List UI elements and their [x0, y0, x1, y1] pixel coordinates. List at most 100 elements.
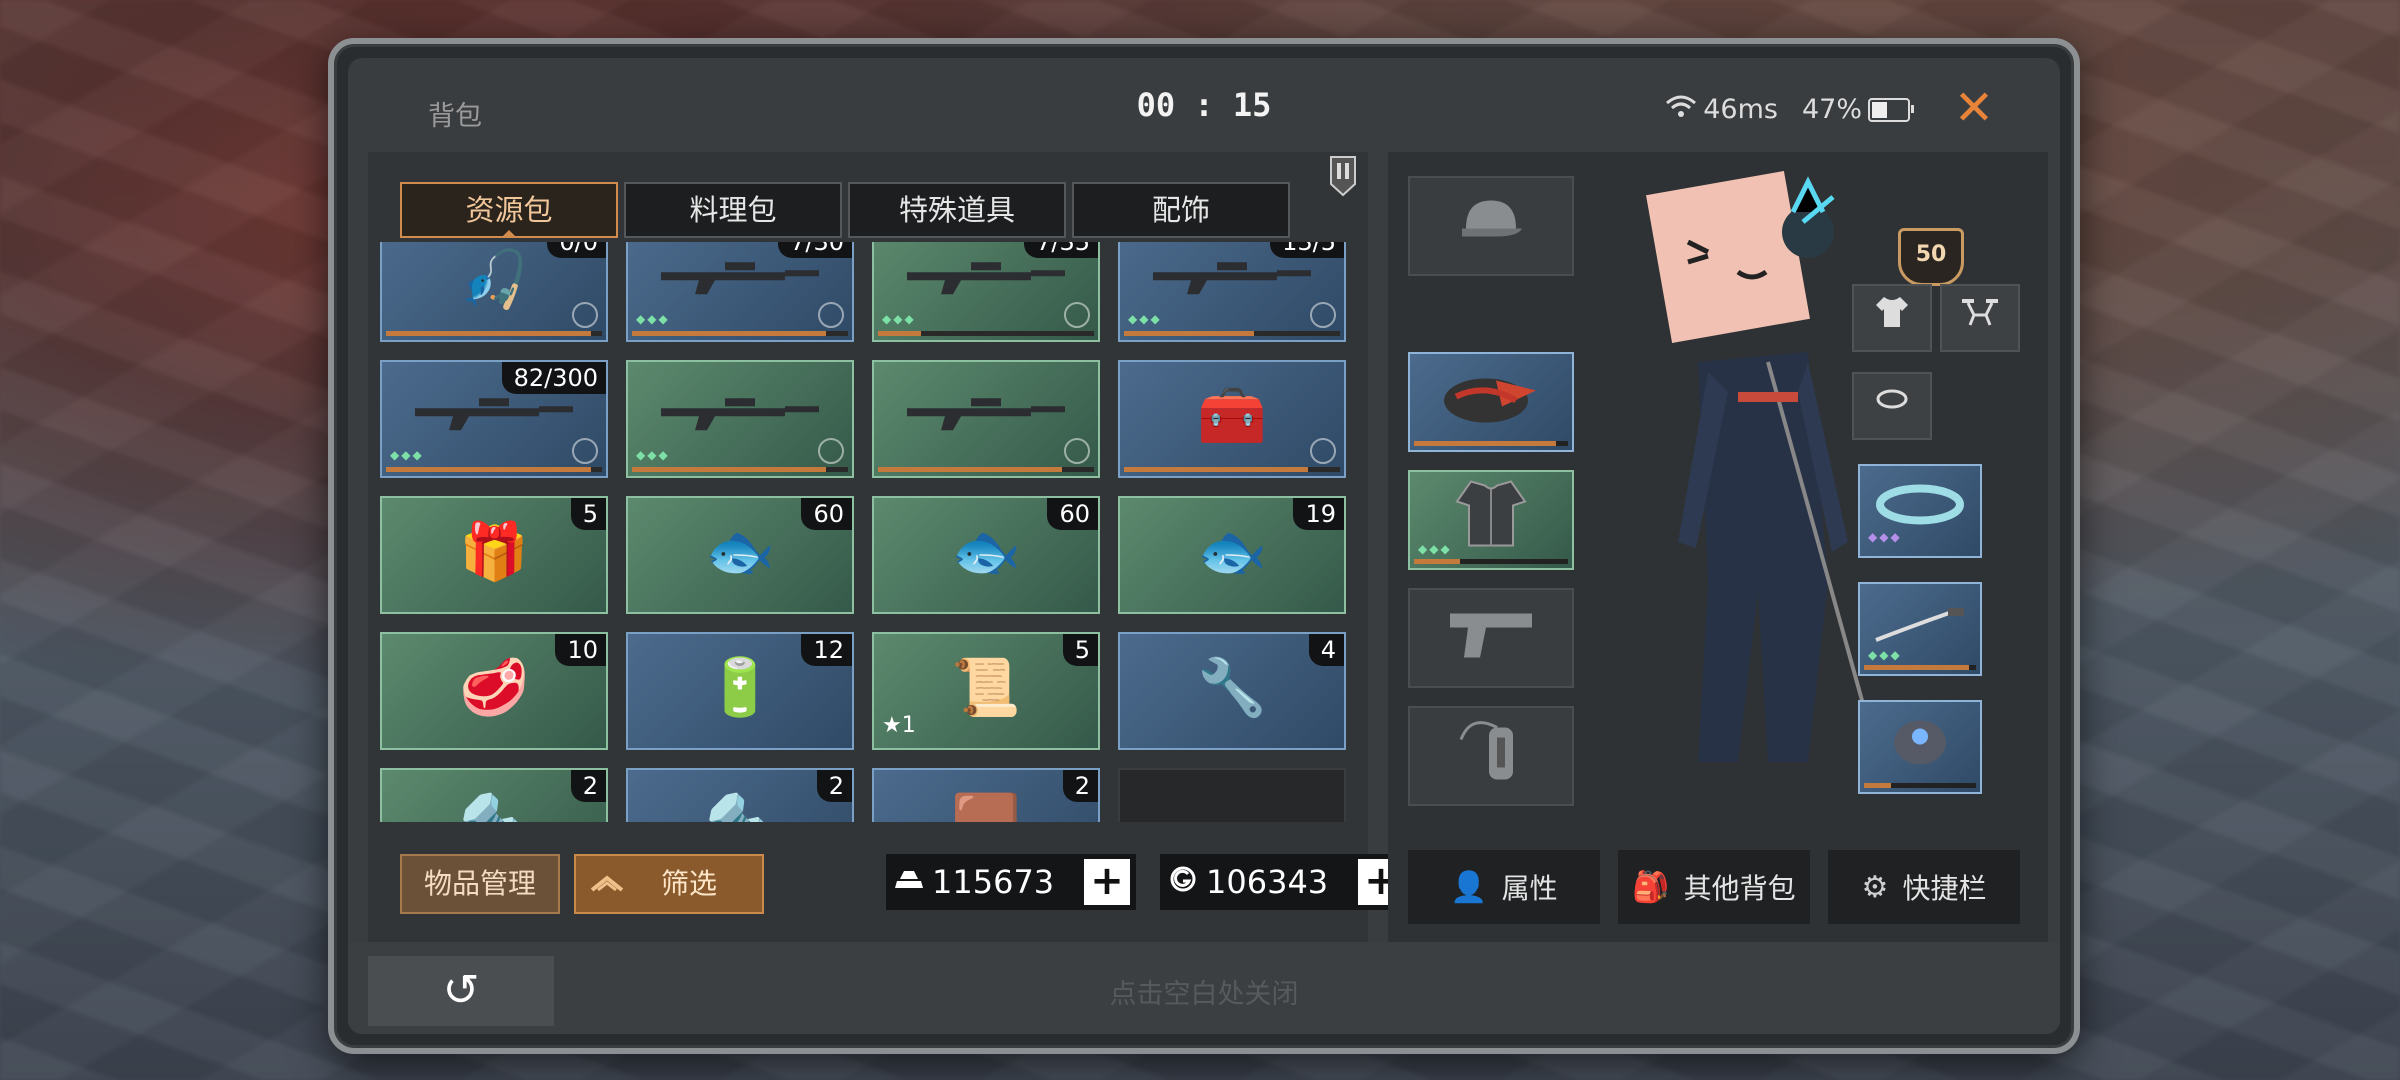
item-manage-button[interactable]: 物品管理 [400, 854, 560, 914]
pistol-slot[interactable] [1408, 588, 1574, 688]
shortcut-bar-button[interactable]: ⚙ 快捷栏 [1828, 850, 2020, 924]
item-count-badge: 10 [555, 634, 606, 666]
attributes-label: 属性 [1501, 872, 1558, 905]
other-bags-button[interactable]: 🎒 其他背包 [1618, 850, 1810, 924]
drone-slot[interactable] [1940, 284, 2020, 352]
lure-icon: 🐟 [1197, 519, 1267, 585]
inventory-slot-pipes[interactable]: 🔩2 [380, 768, 608, 822]
clothing-slot[interactable] [1852, 284, 1932, 352]
inventory-slot-smg[interactable]: 82/300 ◆◆◆ [380, 360, 608, 478]
inventory-slot-gift-bag[interactable]: 🎁 5 [380, 496, 608, 614]
tab-food-pack[interactable]: 料理包 [624, 182, 842, 238]
battery-percent: 47% [1801, 94, 1862, 125]
lure-icon: 🐟 [951, 519, 1021, 585]
add-gold-button[interactable]: + [1084, 859, 1130, 905]
equipment-panel: ◆◆◆ 50 ◆◆◆ ◆◆◆ 👤 属性 🎒 其他背包 ⚙ 快捷栏 [1388, 152, 2048, 944]
close-hint[interactable]: 点击空白处关闭 [348, 972, 2060, 1011]
accessory-slot[interactable] [1852, 372, 1932, 440]
footer: ↺ 点击空白处关闭 [348, 942, 2060, 1034]
gold-bar-icon [886, 867, 932, 898]
pistol-icon [1446, 602, 1536, 675]
helmet-slot[interactable] [1408, 352, 1574, 452]
shirt-icon [1874, 297, 1910, 338]
durability-bar [1414, 559, 1568, 564]
inventory-slot-shovel[interactable] [872, 360, 1100, 478]
scroll-icon: 📜 [951, 655, 1021, 721]
tab-resource-pack[interactable]: 资源包 [400, 182, 618, 238]
item-count-badge: 5 [570, 498, 606, 530]
attributes-button[interactable]: 👤 属性 [1408, 850, 1600, 924]
inventory-slot-wrench[interactable]: 🔧 4 [1118, 632, 1346, 750]
inventory-slot-kukri[interactable]: ◆◆◆ [626, 360, 854, 478]
inventory-panel: 资源包 料理包 特殊道具 配饰 🎣 0/0 7/30 ◆◆◆ 7/35 ◆◆◆ 13/5 ◆◆… [368, 152, 1410, 944]
item-count-badge: 7/35 [1024, 242, 1098, 258]
ring-slot[interactable]: ◆◆◆ [1858, 464, 1982, 558]
character-tools: 👤 属性 🎒 其他背包 ⚙ 快捷栏 [1408, 850, 2020, 924]
inventory-slot-meat-bait[interactable]: 🥩 10 [380, 632, 608, 750]
inventory-slot-battery[interactable]: 🔋 12 [626, 632, 854, 750]
inventory-slot-sniper-rifle[interactable]: 7/30 ◆◆◆ [626, 242, 854, 342]
brand-icon [818, 438, 844, 464]
crate-icon: 🧰 [1197, 383, 1267, 449]
durability-bar [1864, 665, 1976, 670]
inventory-slot-fishing-rod[interactable]: 🎣 0/0 [380, 242, 608, 342]
level-value: 50 [1898, 228, 1964, 286]
gold-currency: 115673 + [886, 854, 1136, 910]
backpack-slot[interactable] [1858, 700, 1982, 794]
rarity-dots: ◆◆◆ [1128, 312, 1162, 326]
tab-accessories[interactable]: 配饰 [1072, 182, 1290, 238]
inventory-slot-fishing-lure-3[interactable]: 🐟 19 [1118, 496, 1346, 614]
helmet-icon [1436, 361, 1546, 444]
inventory-grid: 🎣 0/0 7/30 ◆◆◆ 7/35 ◆◆◆ 13/5 ◆◆◆ 82/300 ◆◆◆ ◆◆◆ 🧰 🎁 5… [380, 242, 1346, 822]
coin-amount: 106343 [1206, 863, 1329, 901]
wifi-icon [1665, 94, 1697, 125]
inventory-slot-scroll[interactable]: 📜 5 ★1 [872, 632, 1100, 750]
tab-special-items[interactable]: 特殊道具 [848, 182, 1066, 238]
shovel-icon [901, 383, 1071, 448]
durability-bar [878, 331, 1094, 336]
inventory-grid-viewport[interactable]: 🎣 0/0 7/30 ◆◆◆ 7/35 ◆◆◆ 13/5 ◆◆◆ 82/300 ◆◆◆ ◆◆◆ 🧰 🎁 5… [380, 242, 1348, 822]
item-count-badge: 2 [570, 770, 606, 802]
inventory-slot-assault-rifle[interactable]: 13/5 ◆◆◆ [1118, 242, 1346, 342]
wrench-icon: 🔧 [1197, 655, 1267, 721]
pipes-icon: 🔩 [459, 791, 529, 822]
item-count-badge: 0/0 [547, 242, 606, 258]
inventory-slot-fishing-lure-1[interactable]: 🐟 60 [626, 496, 854, 614]
rarity-dots: ◆◆◆ [1418, 542, 1452, 556]
brand-icon [572, 302, 598, 328]
item-count-badge: 60 [801, 498, 852, 530]
battery-icon: 🔋 [705, 655, 775, 721]
armor-slot[interactable]: ◆◆◆ [1408, 470, 1574, 570]
dogtag-slot[interactable] [1408, 706, 1574, 806]
gold-amount: 115673 [932, 863, 1055, 901]
rarity-dots: ◆◆◆ [1868, 648, 1902, 662]
brand-icon [572, 438, 598, 464]
drone-icon [1960, 298, 2000, 338]
inventory-slot-fishing-lure-2[interactable]: 🐟 60 [872, 496, 1100, 614]
inventory-slot-shotgun[interactable]: 7/35 ◆◆◆ [872, 242, 1100, 342]
backpack-icon [1885, 711, 1955, 784]
durability-bar [1414, 441, 1568, 446]
gift-icon: 🎁 [459, 519, 529, 585]
brand-icon [1064, 302, 1090, 328]
close-button[interactable]: ✕ [1944, 78, 2004, 138]
durability-bar [1124, 331, 1340, 336]
item-count-badge: 19 [1293, 498, 1344, 530]
star-level: ★1 [882, 713, 916, 738]
top-bar: 背包 00 : 15 46ms 47% ✕ [348, 58, 2060, 138]
hat-slot[interactable] [1408, 176, 1574, 276]
inventory-slot-empty[interactable] [1118, 768, 1346, 822]
inventory-slot-steel-bar[interactable]: 🔩2 [626, 768, 854, 822]
inventory-slot-ammo-crate[interactable]: 🧰 [1118, 360, 1346, 478]
pin-icon[interactable] [1326, 154, 1360, 204]
filter-button[interactable]: 筛选 [574, 854, 764, 914]
rarity-dots: ◆◆◆ [636, 448, 670, 462]
bar-icon: 🔩 [705, 791, 775, 822]
brand-icon [1064, 438, 1090, 464]
inventory-slot-leather[interactable]: 🟫2 [872, 768, 1100, 822]
rarity-dots: ◆◆◆ [1868, 530, 1902, 544]
item-count-badge: 2 [816, 770, 852, 802]
melee-slot[interactable]: ◆◆◆ [1858, 582, 1982, 676]
category-tabs: 资源包 料理包 特殊道具 配饰 [400, 182, 1290, 238]
brand-icon [818, 302, 844, 328]
